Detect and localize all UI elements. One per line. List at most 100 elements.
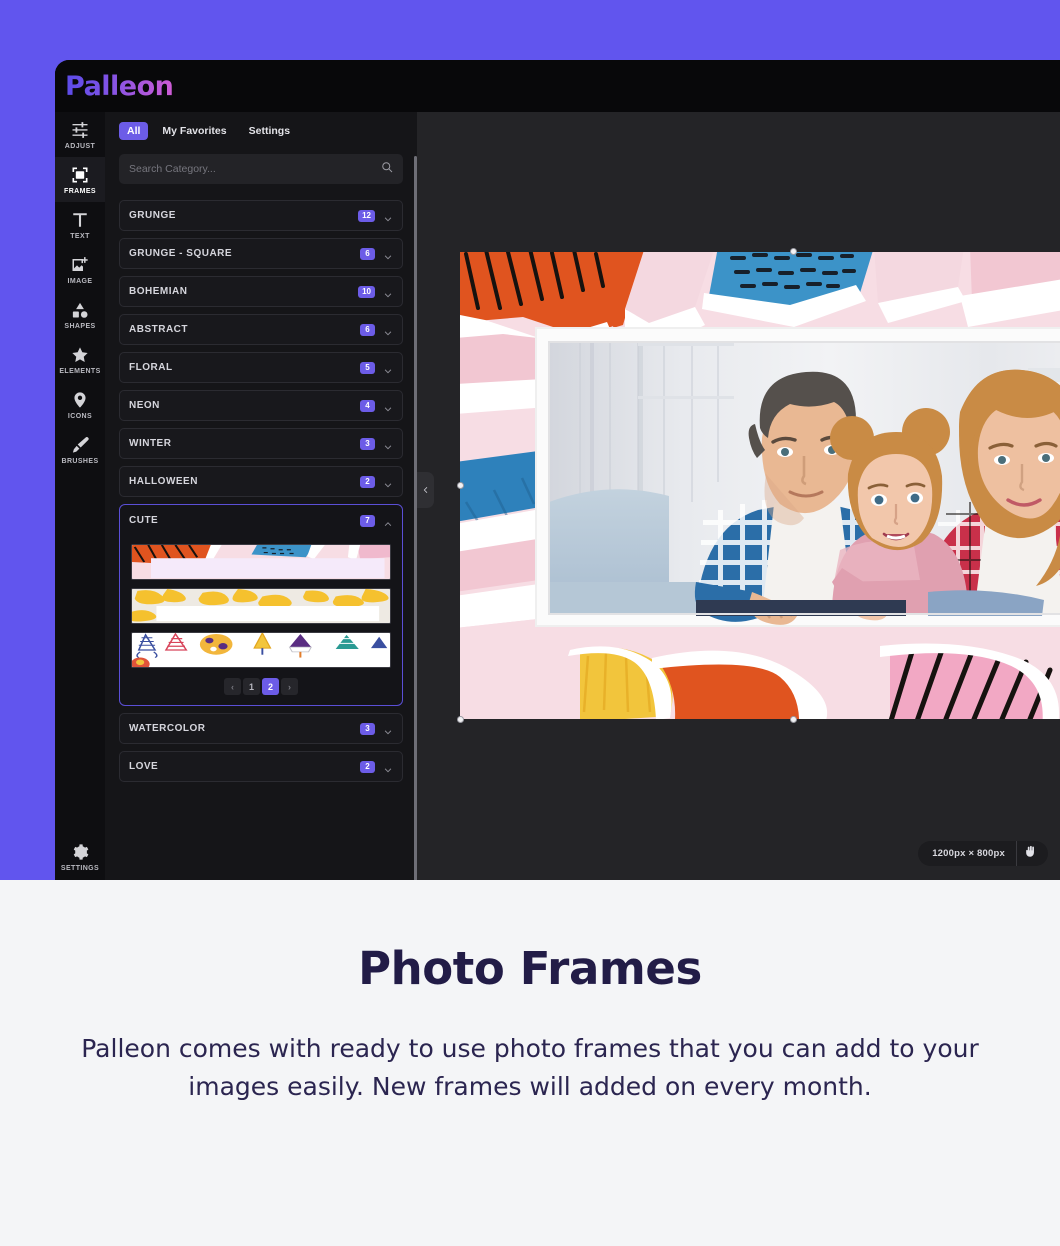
rail-spacer xyxy=(55,472,105,834)
rail-label: ADJUST xyxy=(64,143,96,150)
pager-page-1[interactable]: 1 xyxy=(243,678,260,695)
tab-settings[interactable]: Settings xyxy=(241,122,298,140)
rail-item-icons[interactable]: ICONS xyxy=(55,382,105,427)
category-label: ABSTRACT xyxy=(129,324,188,335)
category-count-badge: 2 xyxy=(360,475,375,488)
panel-collapse-handle[interactable] xyxy=(417,472,434,508)
category-count-badge: 10 xyxy=(358,285,375,298)
tab-my-favorites[interactable]: My Favorites xyxy=(154,122,234,140)
category-count-badge: 5 xyxy=(360,361,375,374)
category-count-badge: 3 xyxy=(360,722,375,735)
hero-band: Palleon ADJUST FRAMES TEXT IMAGE SHAPES … xyxy=(0,0,1060,880)
category-neon[interactable]: NEON 4 xyxy=(119,390,403,421)
rail-item-brushes[interactable]: BRUSHES xyxy=(55,427,105,472)
sliders-icon xyxy=(71,121,89,139)
canvas-status-bar: 1200px × 800px xyxy=(918,841,1048,866)
chevron-down-icon xyxy=(383,477,393,487)
canvas-dimensions-label: 1200px × 800px xyxy=(932,848,1005,859)
editor-canvas[interactable]: 1200px × 800px xyxy=(417,112,1060,880)
app-logo: Palleon xyxy=(65,70,174,102)
frame-thumbnail-list xyxy=(131,544,391,668)
category-cute-body: ‹ 1 2 › xyxy=(120,536,402,705)
category-list: GRUNGE 12 GRUNGE - SQUARE 6 BOHEMIAN 10 xyxy=(119,200,403,782)
rail-label: FRAMES xyxy=(64,188,96,195)
category-love[interactable]: LOVE 2 xyxy=(119,751,403,782)
chevron-down-icon xyxy=(383,249,393,259)
category-count-badge: 3 xyxy=(360,437,375,450)
category-label: GRUNGE xyxy=(129,210,176,221)
category-label: WINTER xyxy=(129,438,172,449)
app-window: Palleon ADJUST FRAMES TEXT IMAGE SHAPES … xyxy=(55,60,1060,880)
content-section: Photo Frames Palleon comes with ready to… xyxy=(0,880,1060,1246)
pager-prev[interactable]: ‹ xyxy=(224,678,241,695)
gear-icon xyxy=(71,843,89,861)
category-grunge-square[interactable]: GRUNGE - SQUARE 6 xyxy=(119,238,403,269)
rail-label: BRUSHES xyxy=(61,458,99,465)
artboard[interactable] xyxy=(460,252,1060,719)
category-label: FLORAL xyxy=(129,362,173,373)
rail-item-image[interactable]: IMAGE xyxy=(55,247,105,292)
category-count-badge: 12 xyxy=(358,209,375,222)
pager-next[interactable]: › xyxy=(281,678,298,695)
category-abstract[interactable]: ABSTRACT 6 xyxy=(119,314,403,345)
rail-label: TEXT xyxy=(70,233,90,240)
app-titlebar: Palleon xyxy=(55,60,1060,112)
category-label: NEON xyxy=(129,400,160,411)
pager-page-2[interactable]: 2 xyxy=(262,678,279,695)
frame-thumbnail-torn-paper-pastel[interactable] xyxy=(131,544,391,580)
search-category-field[interactable] xyxy=(119,154,403,184)
rail-item-shapes[interactable]: SHAPES xyxy=(55,292,105,337)
selection-handle-top[interactable] xyxy=(790,248,797,255)
category-floral[interactable]: FLORAL 5 xyxy=(119,352,403,383)
rail-label: ICONS xyxy=(67,413,93,420)
category-label: LOVE xyxy=(129,761,159,772)
hand-icon xyxy=(1024,845,1037,863)
text-icon xyxy=(71,211,89,229)
category-halloween[interactable]: HALLOWEEN 2 xyxy=(119,466,403,497)
rail-label: SHAPES xyxy=(64,323,96,330)
chevron-down-icon xyxy=(383,325,393,335)
brush-icon xyxy=(71,436,89,454)
frames-panel: All My Favorites Settings GRUNGE 12 xyxy=(105,112,417,880)
selection-handle-bottom-left[interactable] xyxy=(457,716,464,723)
rail-item-text[interactable]: TEXT xyxy=(55,202,105,247)
category-label: HALLOWEEN xyxy=(129,476,198,487)
star-icon xyxy=(71,346,89,364)
chevron-down-icon xyxy=(383,363,393,373)
frame-thumbnail-yellow-brushstroke[interactable] xyxy=(131,588,391,624)
rail-label: IMAGE xyxy=(67,278,93,285)
page-description: Palleon comes with ready to use photo fr… xyxy=(81,1034,979,1101)
frame-icon xyxy=(71,166,89,184)
category-bohemian[interactable]: BOHEMIAN 10 xyxy=(119,276,403,307)
category-label: CUTE xyxy=(129,515,159,526)
selection-handle-left[interactable] xyxy=(457,482,464,489)
frame-thumbnail-party-hats[interactable] xyxy=(131,632,391,668)
selection-handle-bottom[interactable] xyxy=(790,716,797,723)
rail-label: SETTINGS xyxy=(60,865,100,872)
tool-rail: ADJUST FRAMES TEXT IMAGE SHAPES ELEMENTS… xyxy=(55,112,105,880)
category-label: WATERCOLOR xyxy=(129,723,206,734)
category-label: GRUNGE - SQUARE xyxy=(129,248,233,259)
pan-tool-button[interactable] xyxy=(1017,845,1044,863)
chevron-down-icon xyxy=(383,211,393,221)
rail-item-adjust[interactable]: ADJUST xyxy=(55,112,105,157)
rail-item-frames[interactable]: FRAMES xyxy=(55,157,105,202)
category-cute-header[interactable]: CUTE 7 xyxy=(120,505,402,536)
category-winter[interactable]: WINTER 3 xyxy=(119,428,403,459)
category-grunge[interactable]: GRUNGE 12 xyxy=(119,200,403,231)
category-cute-expanded: CUTE 7 ‹ 1 2 › xyxy=(119,504,403,706)
chevron-down-icon xyxy=(383,287,393,297)
rail-item-settings[interactable]: SETTINGS xyxy=(55,834,105,880)
category-watercolor[interactable]: WATERCOLOR 3 xyxy=(119,713,403,744)
category-count-badge: 7 xyxy=(360,514,375,527)
rail-item-elements[interactable]: ELEMENTS xyxy=(55,337,105,382)
search-input[interactable] xyxy=(129,163,381,175)
pin-icon xyxy=(71,391,89,409)
chevron-down-icon xyxy=(383,439,393,449)
category-count-badge: 6 xyxy=(360,323,375,336)
tab-all[interactable]: All xyxy=(119,122,149,140)
chevron-down-icon xyxy=(383,724,393,734)
search-icon[interactable] xyxy=(381,160,393,178)
chevron-down-icon xyxy=(383,762,393,772)
panel-tabs: All My Favorites Settings xyxy=(119,122,403,140)
